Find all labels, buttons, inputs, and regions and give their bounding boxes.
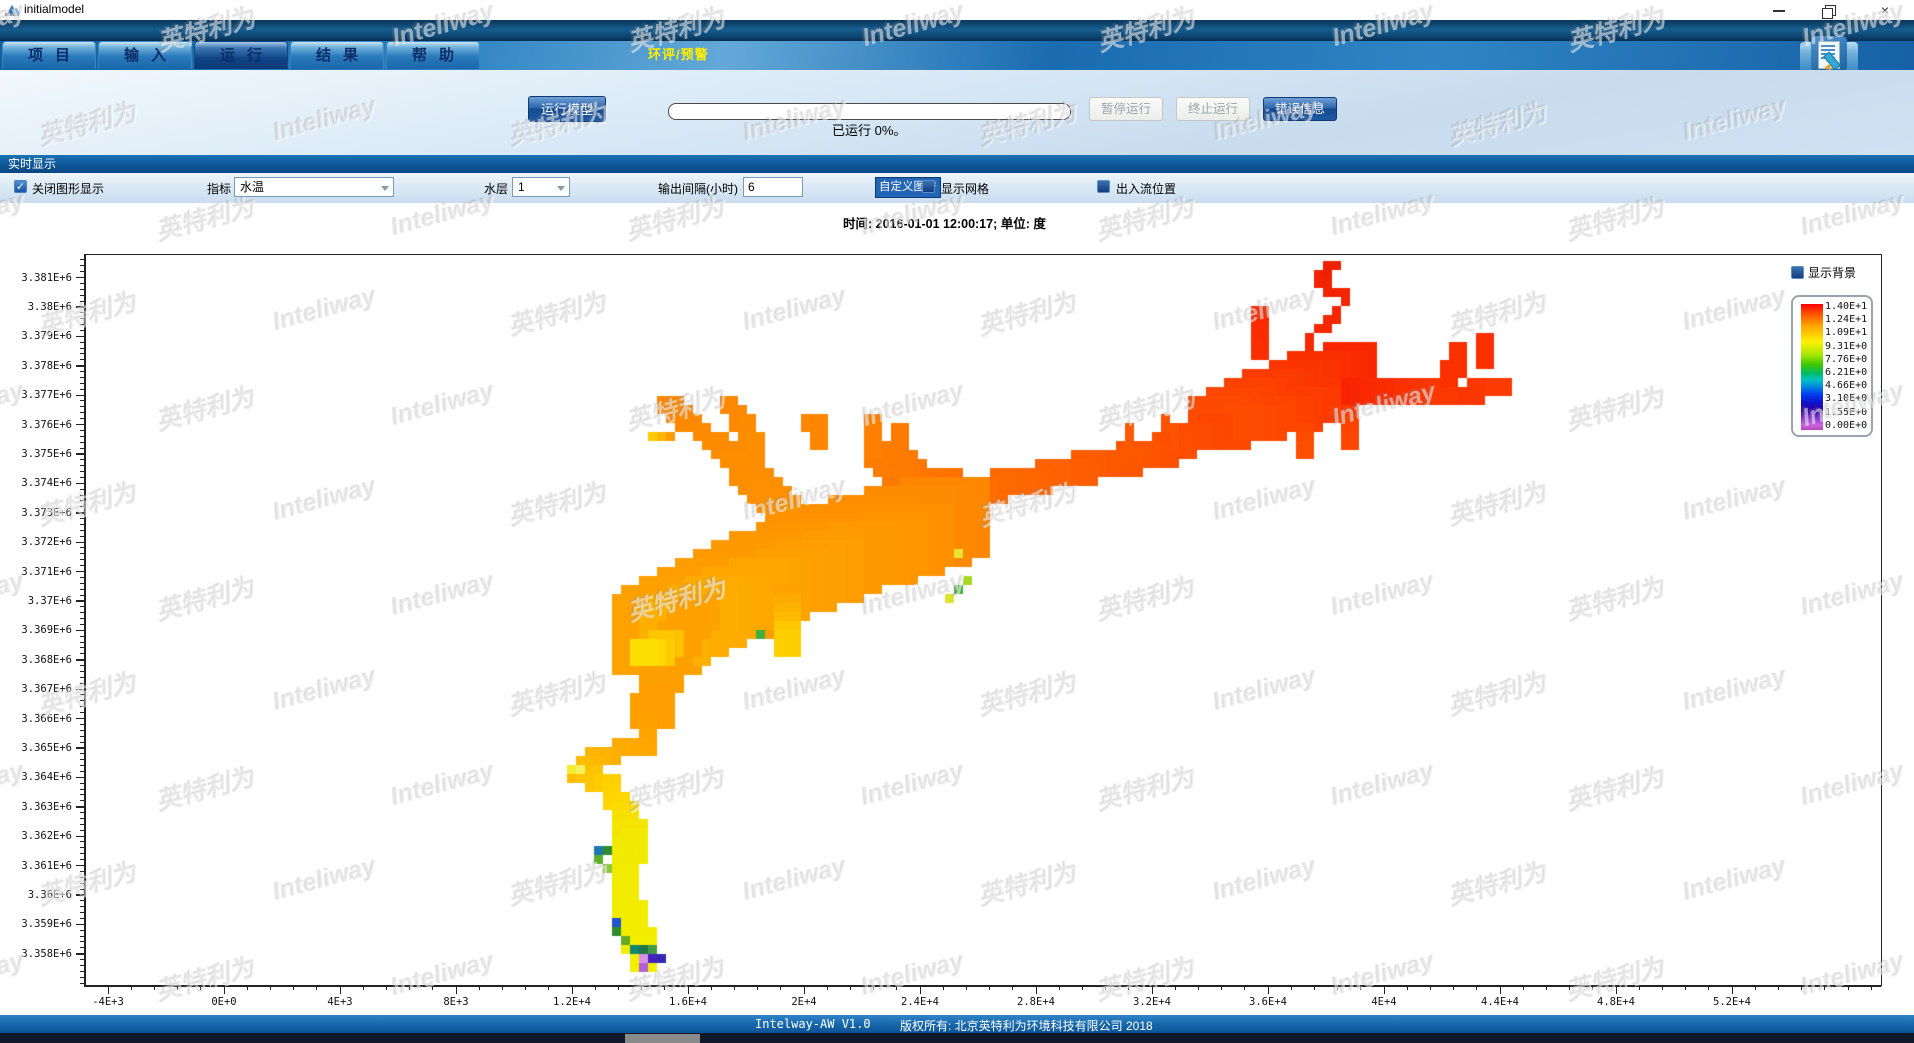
legend-value-label: 0.00E+0 xyxy=(1825,420,1869,431)
legend-value-label: 1.24E+1 xyxy=(1825,314,1869,325)
legend-value-label: 1.55E+0 xyxy=(1825,407,1869,418)
temperature-map-canvas xyxy=(0,0,1914,1043)
colorbar-gradient xyxy=(1801,304,1823,430)
legend-value-label: 3.10E+0 xyxy=(1825,393,1869,404)
show-background-checkbox[interactable] xyxy=(1791,266,1804,279)
legend-value-label: 1.09E+1 xyxy=(1825,327,1869,338)
copyright-text: 版权所有: 北京英特利为环境科技有限公司 2018 xyxy=(900,1017,1153,1034)
legend-value-label: 9.31E+0 xyxy=(1825,341,1869,352)
legend-value-label: 7.76E+0 xyxy=(1825,354,1869,365)
show-background-label: 显示背景 xyxy=(1808,264,1856,281)
legend-value-label: 1.40E+1 xyxy=(1825,301,1869,312)
legend-value-label: 4.66E+0 xyxy=(1825,380,1869,391)
color-legend: 1.40E+1 1.24E+1 1.09E+1 9.31E+0 7.76E+0 6.21E… xyxy=(1791,295,1873,437)
app-version-text: Intelway-AW V1.0 xyxy=(755,1017,871,1031)
legend-value-label: 6.21E+0 xyxy=(1825,367,1869,378)
